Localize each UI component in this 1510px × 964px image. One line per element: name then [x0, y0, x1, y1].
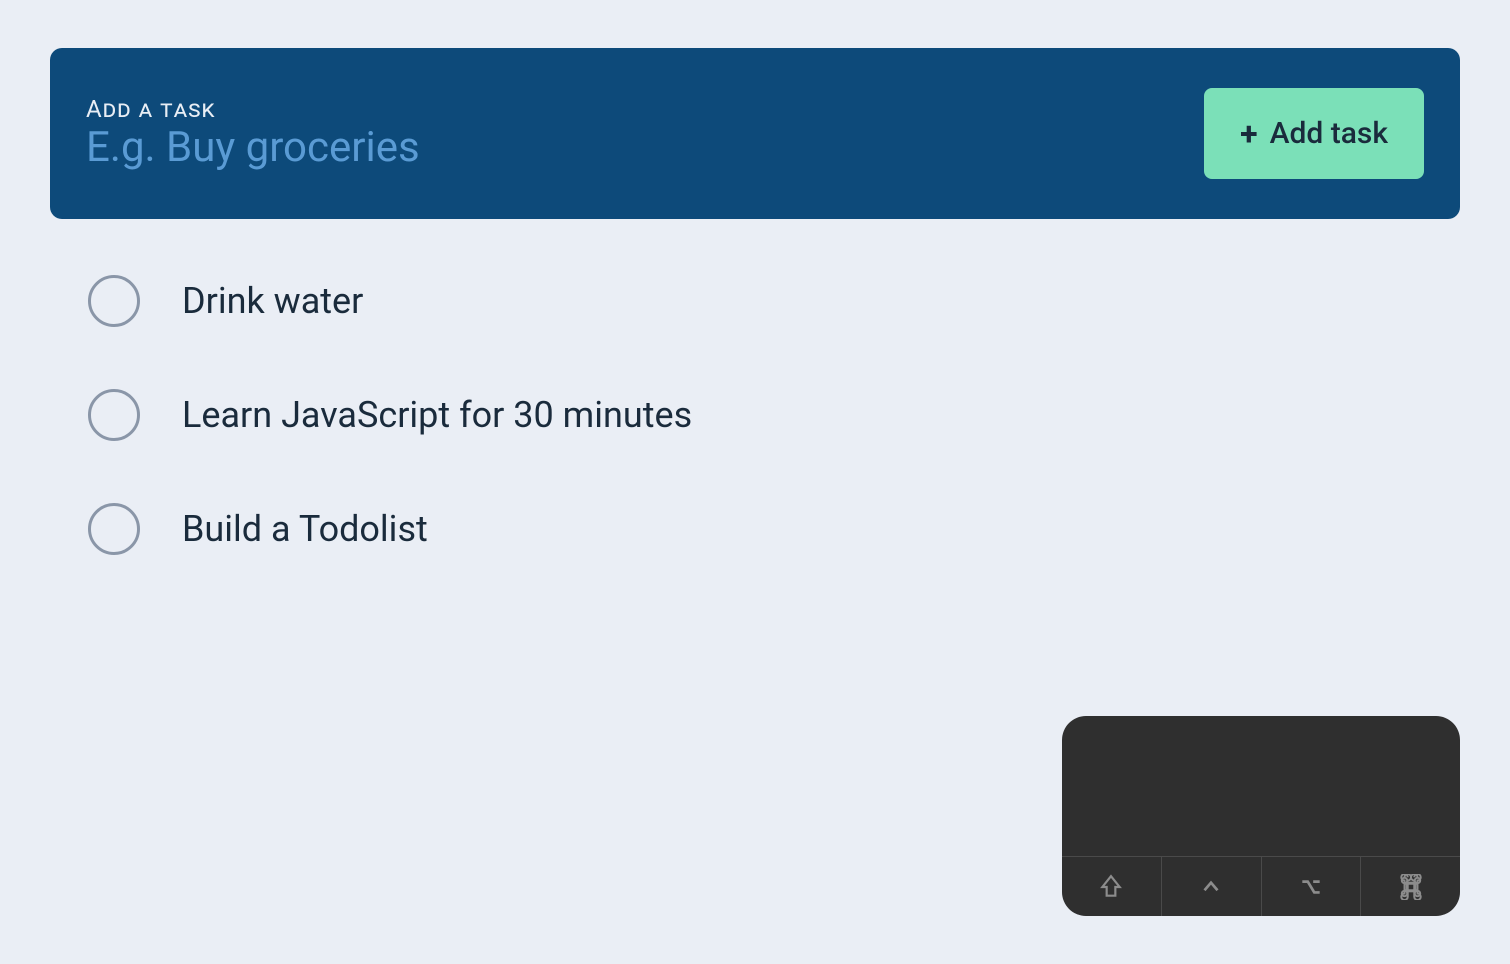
task-checkbox[interactable] — [88, 275, 140, 327]
option-icon — [1298, 874, 1324, 900]
task-item: Build a Todolist — [88, 503, 1460, 555]
plus-icon: + — [1240, 118, 1257, 150]
task-input-panel: Add a task + Add task — [50, 48, 1460, 219]
control-icon — [1198, 874, 1224, 900]
add-task-button[interactable]: + Add task — [1204, 88, 1424, 179]
task-text: Drink water — [182, 280, 363, 322]
task-text: Learn JavaScript for 30 minutes — [182, 394, 692, 436]
command-key[interactable] — [1361, 857, 1460, 916]
task-list: Drink water Learn JavaScript for 30 minu… — [50, 275, 1460, 555]
option-key[interactable] — [1262, 857, 1362, 916]
input-section: Add a task — [86, 95, 1204, 172]
task-input[interactable] — [86, 123, 1204, 172]
input-label: Add a task — [86, 95, 1204, 123]
task-text: Build a Todolist — [182, 508, 428, 550]
task-checkbox[interactable] — [88, 389, 140, 441]
add-task-button-label: Add task — [1270, 116, 1388, 151]
control-key[interactable] — [1162, 857, 1262, 916]
task-checkbox[interactable] — [88, 503, 140, 555]
command-icon — [1398, 874, 1424, 900]
task-item: Learn JavaScript for 30 minutes — [88, 389, 1460, 441]
task-item: Drink water — [88, 275, 1460, 327]
keyboard-preview — [1062, 716, 1460, 856]
shift-icon — [1098, 874, 1124, 900]
shift-key[interactable] — [1062, 857, 1162, 916]
keyboard-modifier-row — [1062, 856, 1460, 916]
keyboard-overlay — [1062, 716, 1460, 916]
